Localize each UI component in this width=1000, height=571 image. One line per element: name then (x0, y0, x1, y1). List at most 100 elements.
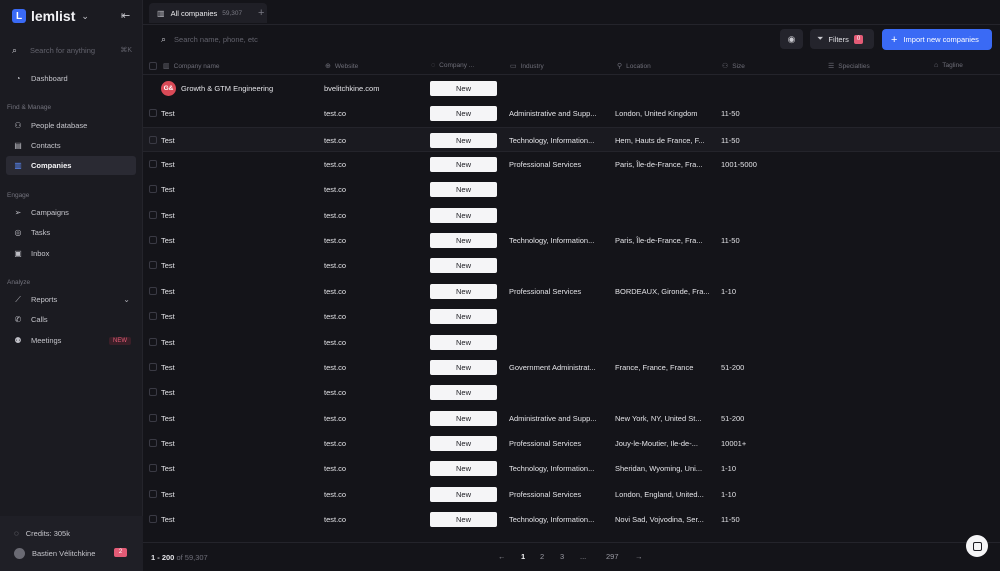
website-cell[interactable]: test.co (324, 482, 424, 507)
location-cell[interactable] (615, 177, 715, 202)
location-cell[interactable]: New York, NY, United St... (615, 406, 715, 431)
website-cell[interactable]: test.co (324, 431, 424, 456)
collapse-sidebar-icon[interactable]: ⇤ (121, 9, 130, 22)
status-badge[interactable]: New (430, 309, 497, 325)
company-name-cell[interactable]: Test (161, 406, 301, 431)
status-badge[interactable]: New (430, 106, 497, 122)
website-cell[interactable]: test.co (324, 253, 424, 278)
location-cell[interactable]: Novi Sad, Vojvodina, Ser... (615, 507, 715, 532)
industry-cell[interactable]: Administrative and Supp... (509, 406, 605, 431)
company-name-cell[interactable]: Test (161, 203, 301, 228)
table-row[interactable]: Test test.co New (143, 203, 1000, 228)
status-badge[interactable]: New (430, 132, 497, 148)
status-badge[interactable]: New (430, 435, 497, 451)
industry-cell[interactable] (509, 76, 605, 101)
company-name-cell[interactable]: Test (161, 177, 301, 202)
notification-badge[interactable]: 2 (114, 548, 127, 557)
sidebar-item-inbox[interactable]: ▣ Inbox (6, 244, 136, 263)
sidebar-item-reports[interactable]: ⟋ Reports ⌄ (6, 290, 136, 309)
status-badge[interactable]: New (430, 486, 497, 502)
page-ellipsis[interactable]: ... (580, 552, 586, 561)
website-cell[interactable]: test.co (324, 279, 424, 304)
size-cell[interactable] (721, 253, 801, 278)
location-cell[interactable]: Jouy-le-Moutier, Ile-de-... (615, 431, 715, 456)
website-cell[interactable]: bvelitchkine.com (324, 76, 424, 101)
company-name-cell[interactable]: Test (161, 507, 301, 532)
column-size[interactable]: ⚇ Size (722, 62, 745, 71)
status-badge[interactable]: New (430, 359, 497, 375)
select-all-checkbox[interactable] (149, 62, 157, 70)
filters-button[interactable]: ⏷ Filters 0 (810, 29, 874, 49)
size-cell[interactable] (721, 330, 801, 355)
location-cell[interactable] (615, 304, 715, 329)
industry-cell[interactable]: Professional Services (509, 152, 605, 177)
column-company-status[interactable]: ◌ Company ... (431, 62, 474, 69)
next-page-icon[interactable]: → (635, 552, 643, 561)
sidebar-item-companies[interactable]: ▥ Companies (6, 156, 136, 175)
company-name-cell[interactable]: Test (161, 456, 301, 481)
location-cell[interactable]: Paris, Île-de-France, Fra... (615, 152, 715, 177)
company-name-cell[interactable]: Test (161, 431, 301, 456)
table-row[interactable]: Test test.co New Professional Services Paris… (143, 152, 1000, 177)
size-cell[interactable]: 11-50 (721, 507, 801, 532)
industry-cell[interactable]: Technology, Information... (509, 507, 605, 532)
website-cell[interactable]: test.co (324, 380, 424, 405)
status-badge[interactable]: New (430, 410, 497, 426)
row-checkbox[interactable] (149, 210, 157, 219)
size-cell[interactable] (721, 380, 801, 405)
column-specialties[interactable]: ☰ Specialties (828, 62, 870, 71)
website-cell[interactable]: test.co (324, 355, 424, 380)
industry-cell[interactable]: Technology, Information... (509, 228, 605, 253)
status-badge[interactable]: New (430, 461, 497, 477)
industry-cell[interactable] (509, 203, 605, 228)
status-badge[interactable]: New (430, 258, 497, 274)
sidebar-item-meetings[interactable]: ⚉ Meetings NEW (6, 331, 136, 350)
chat-support-button[interactable] (966, 535, 988, 557)
location-cell[interactable]: Hem, Hauts de France, F... (615, 128, 715, 153)
row-checkbox[interactable] (149, 438, 157, 447)
row-checkbox[interactable] (149, 413, 157, 422)
size-cell[interactable]: 10001+ (721, 431, 801, 456)
row-checkbox[interactable] (149, 185, 157, 194)
company-name-cell[interactable]: Test (161, 253, 301, 278)
table-row[interactable]: Test test.co New Technology, Information...… (143, 507, 1000, 532)
website-cell[interactable]: test.co (324, 101, 424, 126)
size-cell[interactable]: 11-50 (721, 101, 801, 126)
location-cell[interactable] (615, 330, 715, 355)
size-cell[interactable]: 51-200 (721, 406, 801, 431)
table-row[interactable]: Test test.co New (143, 380, 1000, 405)
status-badge[interactable]: New (430, 81, 497, 96)
website-cell[interactable]: test.co (324, 406, 424, 431)
tab-all-companies[interactable]: ▥ All companies 59,307 (149, 3, 267, 23)
size-cell[interactable] (721, 304, 801, 329)
row-checkbox[interactable] (149, 388, 157, 397)
website-cell[interactable]: test.co (324, 228, 424, 253)
company-name-cell[interactable]: Test (161, 101, 301, 126)
status-badge[interactable]: New (430, 511, 497, 527)
sidebar-item-calls[interactable]: ✆ Calls (6, 310, 136, 329)
company-name-cell[interactable]: Test (161, 152, 301, 177)
industry-cell[interactable]: Administrative and Supp... (509, 101, 605, 126)
website-cell[interactable]: test.co (324, 177, 424, 202)
status-badge[interactable]: New (430, 283, 497, 299)
website-cell[interactable]: test.co (324, 330, 424, 355)
company-name-cell[interactable]: Test (161, 279, 301, 304)
size-cell[interactable]: 1-10 (721, 482, 801, 507)
company-name-cell[interactable]: Test (161, 304, 301, 329)
row-checkbox[interactable] (149, 312, 157, 321)
table-row[interactable]: Test test.co New (143, 253, 1000, 278)
company-name-cell[interactable]: Test (161, 128, 301, 153)
industry-cell[interactable]: Government Administrat... (509, 355, 605, 380)
credits[interactable]: ◌ Credits: 305k (14, 529, 70, 538)
row-checkbox[interactable] (149, 261, 157, 270)
industry-cell[interactable] (509, 177, 605, 202)
website-cell[interactable]: test.co (324, 128, 424, 153)
row-checkbox[interactable] (149, 286, 157, 295)
industry-cell[interactable] (509, 380, 605, 405)
status-badge[interactable]: New (430, 233, 497, 249)
row-checkbox[interactable] (149, 135, 157, 144)
industry-cell[interactable]: Professional Services (509, 482, 605, 507)
column-tagline[interactable]: ⌂ Tagline (934, 62, 963, 69)
add-view-icon[interactable]: + (258, 7, 264, 19)
sidebar-item-campaigns[interactable]: ➢ Campaigns (6, 203, 136, 222)
